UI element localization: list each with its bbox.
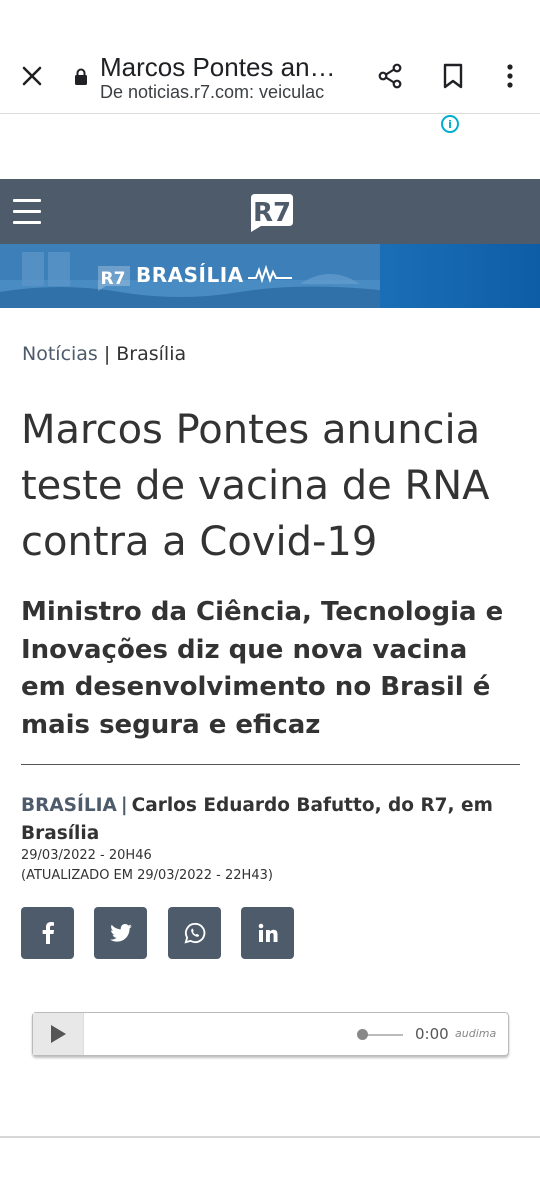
breadcrumb: Notícias | Brasília <box>22 343 186 365</box>
divider <box>21 764 520 765</box>
heartbeat-icon <box>247 264 292 284</box>
play-button[interactable] <box>33 1013 84 1055</box>
audio-provider-logo[interactable]: audima <box>455 1027 496 1040</box>
lock-icon <box>74 68 88 90</box>
svg-text:R7: R7 <box>253 198 291 228</box>
byline-place[interactable]: BRASÍLIA <box>21 795 117 816</box>
share-icon[interactable] <box>372 58 408 94</box>
audio-player: 0:00 audima <box>32 1012 509 1056</box>
brasilia-banner-label: BRASÍLIA <box>136 263 292 287</box>
more-options-icon[interactable] <box>492 58 528 94</box>
page-url[interactable]: De noticias.r7.com: veiculac <box>100 82 350 103</box>
byline-separator: | <box>120 795 128 816</box>
published-date: 29/03/2022 - 20H46 <box>21 848 152 863</box>
article-subtitle: Ministro da Ciência, Tecnologia e Inovaç… <box>21 597 504 740</box>
r7-logo[interactable]: R7 <box>247 192 295 236</box>
facebook-icon <box>42 922 54 944</box>
article-headline: Marcos Pontes anuncia teste de vacina de… <box>21 407 490 565</box>
whatsapp-share-button[interactable] <box>168 907 221 959</box>
close-icon[interactable] <box>14 58 50 94</box>
twitter-share-button[interactable] <box>94 907 147 959</box>
custom-tab-toolbar: Marcos Pontes an… De noticias.r7.com: ve… <box>0 0 540 114</box>
site-header: R7 <box>0 179 540 244</box>
ad-info-icon[interactable]: i <box>441 115 459 133</box>
linkedin-share-button[interactable] <box>241 907 294 959</box>
r7-badge: R7 <box>98 266 130 291</box>
hamburger-menu-icon[interactable] <box>13 199 41 224</box>
breadcrumb-subsection[interactable]: Brasília <box>116 343 186 365</box>
updated-date: (ATUALIZADO EM 29/03/2022 - 22H43) <box>21 868 273 883</box>
svg-text:R7: R7 <box>101 269 126 289</box>
whatsapp-icon <box>184 922 205 944</box>
linkedin-icon <box>258 923 277 942</box>
breadcrumb-separator: | <box>103 343 111 365</box>
bookmark-icon[interactable] <box>435 58 471 94</box>
play-icon <box>51 1025 66 1043</box>
breadcrumb-section[interactable]: Notícias <box>22 343 98 365</box>
facebook-share-button[interactable] <box>21 907 74 959</box>
audio-progress-knob[interactable] <box>357 1029 368 1040</box>
divider <box>0 1136 540 1138</box>
article-byline: BRASÍLIA | Carlos Eduardo Bafutto, do R7, … <box>21 792 521 848</box>
twitter-icon <box>109 924 132 942</box>
audio-time: 0:00 <box>415 1025 449 1043</box>
page-title: Marcos Pontes an… <box>100 52 336 82</box>
